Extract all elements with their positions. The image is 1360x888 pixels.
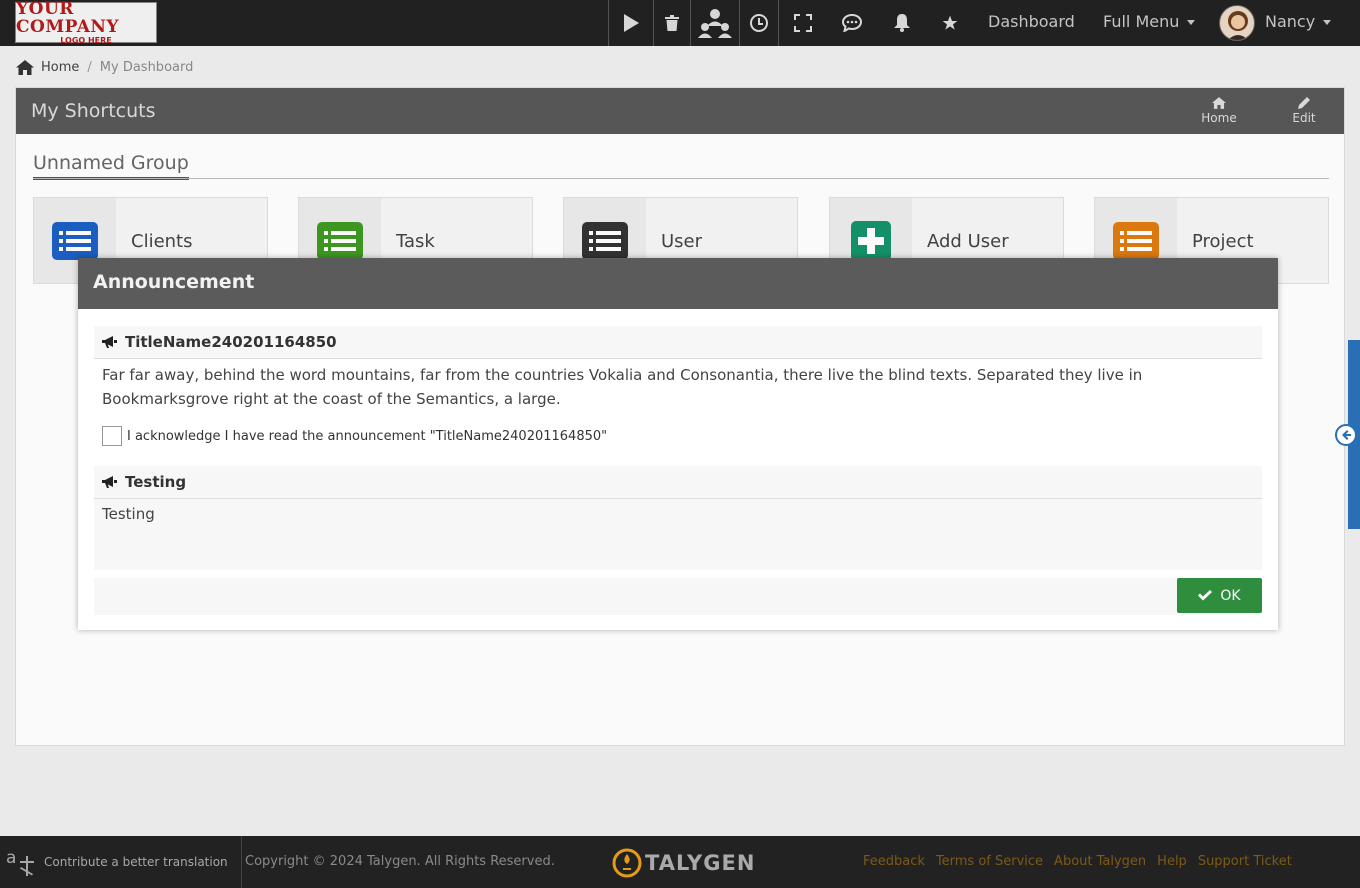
acknowledge-label[interactable]: I acknowledge I have read the announceme… xyxy=(127,429,607,444)
arrow-left-circle-icon[interactable] xyxy=(1335,424,1357,446)
acknowledge-checkbox-row[interactable]: I acknowledge I have read the announceme… xyxy=(102,426,607,446)
modal-title: Announcement xyxy=(93,271,255,293)
announcement-header: TitleName240201164850 xyxy=(94,326,1262,359)
announcement-title: Testing xyxy=(125,473,187,491)
bullhorn-icon xyxy=(102,476,117,488)
announcement-header: Testing xyxy=(94,466,1262,499)
translation-link[interactable]: a Contribute a better translation xyxy=(0,836,242,888)
modal-header: Announcement xyxy=(78,258,1278,309)
check-icon xyxy=(1198,590,1213,601)
ok-button-label: OK xyxy=(1220,587,1241,604)
support-ticket-link[interactable]: Support Ticket xyxy=(1198,854,1292,869)
footer: a Contribute a better translation Copyri… xyxy=(0,836,1360,888)
translation-label: Contribute a better translation xyxy=(44,855,228,869)
acknowledge-checkbox[interactable] xyxy=(102,426,122,446)
announcement-body: Testing xyxy=(94,499,1262,570)
announcement-item: Testing xyxy=(94,466,1262,499)
bullhorn-icon xyxy=(102,336,117,348)
announcement-modal: Announcement TitleName240201164850 Far f… xyxy=(78,258,1278,630)
announcement-body: Far far away, behind the word mountains,… xyxy=(94,359,1262,415)
svg-text:a: a xyxy=(6,848,16,868)
terms-link[interactable]: Terms of Service xyxy=(936,854,1043,869)
footer-links: Feedback Terms of Service About Talygen … xyxy=(863,854,1303,869)
ok-button[interactable]: OK xyxy=(1177,578,1262,613)
modal-footer: OK xyxy=(94,578,1262,615)
talygen-logo: TALYGEN xyxy=(612,848,755,878)
talygen-logo-icon xyxy=(612,848,642,878)
translate-icon: a xyxy=(6,848,34,876)
announcement-title: TitleName240201164850 xyxy=(125,333,337,351)
about-link[interactable]: About Talygen xyxy=(1054,854,1146,869)
announcement-body-text: Testing xyxy=(102,505,155,523)
help-link[interactable]: Help xyxy=(1157,854,1187,869)
feedback-link[interactable]: Feedback xyxy=(863,854,925,869)
announcement-item: TitleName240201164850 Far far away, behi… xyxy=(94,326,1262,415)
copyright-text: Copyright © 2024 Talygen. All Rights Res… xyxy=(245,854,555,869)
talygen-wordmark: TALYGEN xyxy=(645,851,756,875)
